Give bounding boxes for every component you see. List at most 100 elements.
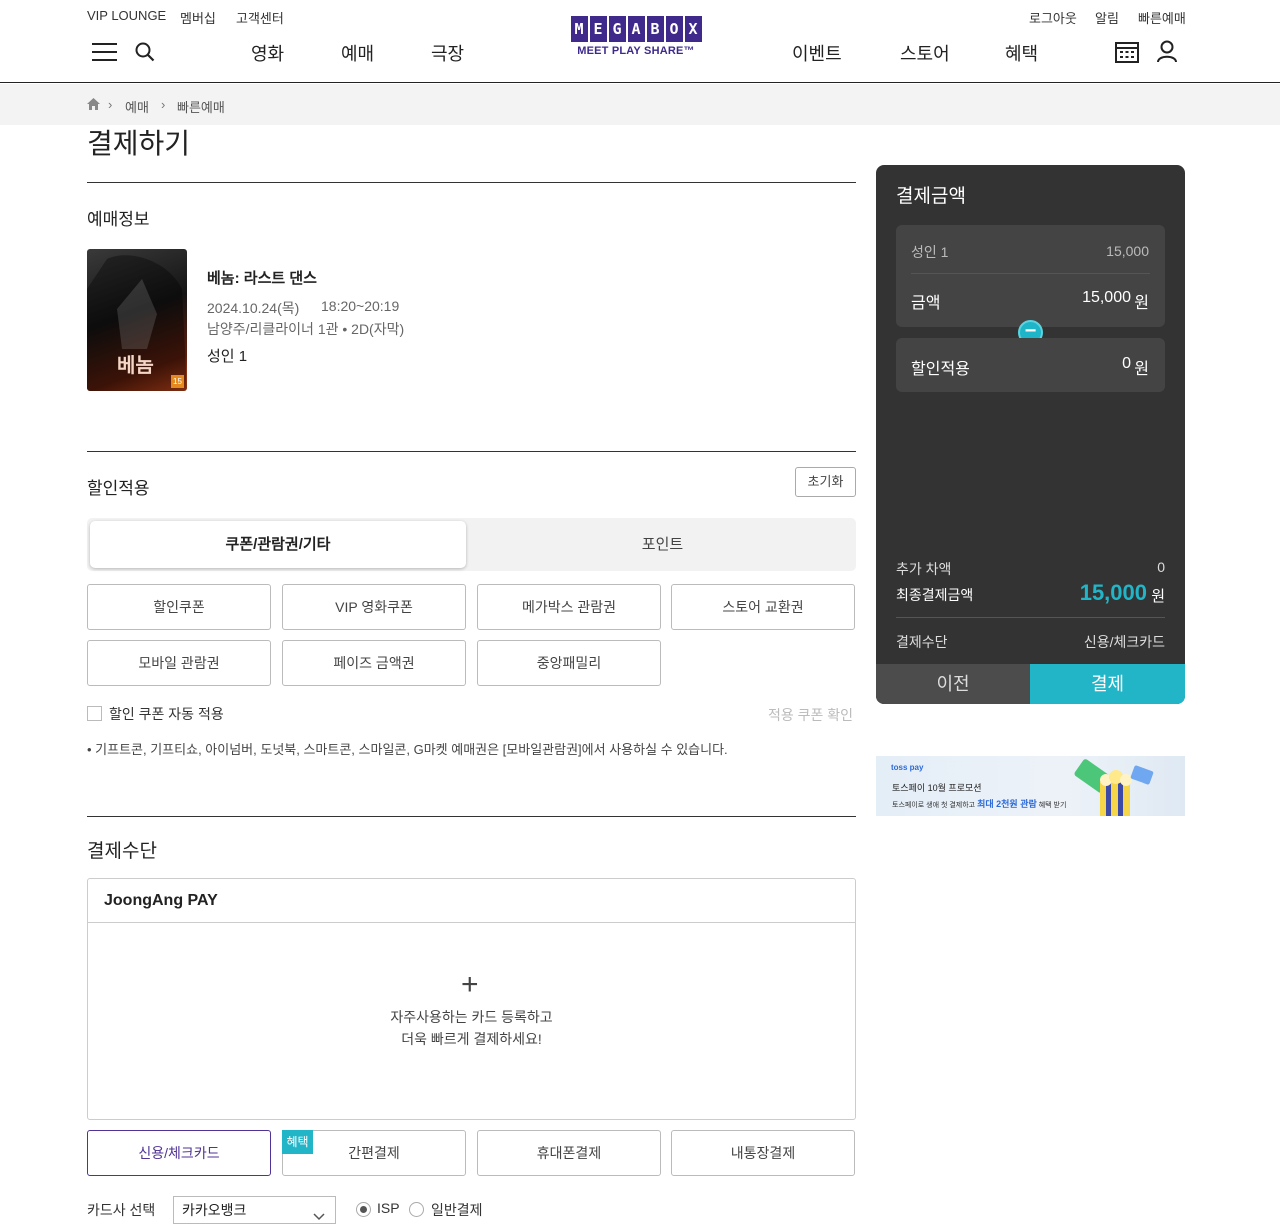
quick-booking-link[interactable]: 빠른예매	[1138, 8, 1186, 27]
people-count: 성인 1	[207, 348, 248, 365]
megabox-logo[interactable]: M E G A B O X MEET PLAY SHARE™	[566, 16, 706, 64]
payment-title: 결제수단	[87, 841, 157, 862]
card-company-value: 카카오뱅크	[182, 1202, 247, 1218]
adult-label: 성인 1	[911, 244, 949, 260]
nav-movie[interactable]: 영화	[251, 40, 284, 66]
discount-box: 할인적용 0 원	[896, 338, 1165, 392]
home-icon[interactable]	[87, 97, 100, 115]
logo-letter: A	[627, 16, 645, 42]
chevron-down-icon	[313, 1203, 325, 1229]
divider	[87, 451, 856, 452]
divider	[87, 182, 856, 183]
nav-benefit[interactable]: 혜택	[1005, 40, 1038, 66]
register-card-line1[interactable]: 자주사용하는 카드 등록하고	[88, 1007, 855, 1027]
normal-pay-radio[interactable]	[409, 1202, 424, 1217]
megabox-ticket-button[interactable]: 메가박스 관람권	[477, 584, 661, 630]
final-label: 최종결제금액	[896, 587, 974, 603]
credit-card-button[interactable]: 신용/체크카드	[87, 1130, 271, 1176]
customer-center-link[interactable]: 고객센터	[236, 8, 284, 27]
phase-voucher-button[interactable]: 페이즈 금액권	[282, 640, 466, 686]
alarm-link[interactable]: 알림	[1095, 8, 1119, 27]
popcorn-illustration	[1074, 759, 1154, 816]
breadcrumb-booking[interactable]: 예매	[125, 97, 149, 116]
nav-booking[interactable]: 예매	[341, 40, 374, 66]
discount-title: 할인적용	[87, 479, 150, 498]
tosspay-banner[interactable]: toss pay 토스페이 10월 프로모션 토스페이로 생애 첫 결제하고 최…	[876, 756, 1185, 816]
amount-label: 금액	[911, 295, 941, 312]
discount-unit: 원	[1134, 361, 1149, 378]
theater-info: 남양주/리클라이너 1관 • 2D(자막)	[207, 321, 405, 337]
auto-coupon-checkbox[interactable]	[87, 706, 102, 721]
logo-letter: X	[684, 16, 702, 42]
reset-button[interactable]: 초기화	[795, 467, 856, 497]
isp-radio[interactable]	[356, 1202, 371, 1217]
banner-line1: 토스페이 10월 프로모션	[892, 783, 982, 793]
auto-coupon-label: 할인 쿠폰 자동 적용	[109, 706, 224, 722]
joongang-pay-title: JoongAng PAY	[88, 879, 855, 923]
method-label: 결제수단	[896, 634, 948, 650]
discount-label: 할인적용	[911, 361, 970, 378]
easy-pay-button[interactable]: 혜택 간편결제	[282, 1130, 466, 1176]
tosspay-logo: toss pay	[891, 763, 924, 772]
amount-unit: 원	[1134, 295, 1149, 312]
breadcrumb: › 예매 › 빠른예매	[0, 84, 1280, 125]
movie-poster: 베놈 15	[87, 249, 187, 391]
payment-summary-panel: 결제금액 성인 1 15,000 금액 15,000 원 − 할인적용 0 원 …	[876, 165, 1185, 704]
extra-label: 추가 차액	[896, 561, 952, 577]
site-header: VIP LOUNGE 멤버십 고객센터 로그아웃 알림 빠른예매 영화 예매 극…	[0, 0, 1280, 83]
logout-link[interactable]: 로그아웃	[1029, 8, 1077, 27]
card-select-label: 카드사 선택	[87, 1202, 156, 1218]
register-card-line2[interactable]: 더욱 빠르게 결제하세요!	[88, 1029, 855, 1049]
chevron-right-icon: ›	[108, 97, 113, 112]
nav-store[interactable]: 스토어	[900, 40, 950, 66]
divider	[911, 273, 1150, 274]
discount-tabs: 쿠폰/관람권/기타 포인트	[87, 518, 856, 571]
logo-letter: E	[589, 16, 607, 42]
page-title: 결제하기	[87, 128, 191, 159]
logo-letter: B	[646, 16, 664, 42]
joongang-pay-box: JoongAng PAY + 자주사용하는 카드 등록하고 더욱 빠르게 결제하…	[87, 878, 856, 1120]
bank-pay-button[interactable]: 내통장결제	[671, 1130, 855, 1176]
logo-letter: G	[608, 16, 626, 42]
vip-coupon-button[interactable]: VIP 영화쿠폰	[282, 584, 466, 630]
nav-theater[interactable]: 극장	[431, 40, 464, 66]
store-voucher-button[interactable]: 스토어 교환권	[671, 584, 855, 630]
membership-link[interactable]: 멤버십	[180, 8, 216, 27]
banner-highlight: 최대 2천원 관람	[977, 799, 1037, 809]
menu-icon[interactable]	[92, 42, 117, 67]
breadcrumb-quick-booking[interactable]: 빠른예매	[177, 97, 225, 116]
summary-title: 결제금액	[896, 186, 966, 207]
tab-coupon[interactable]: 쿠폰/관람권/기타	[90, 521, 466, 568]
final-value: 15,000	[1079, 580, 1147, 605]
discount-coupon-button[interactable]: 할인쿠폰	[87, 584, 271, 630]
plus-icon[interactable]: +	[461, 970, 479, 1000]
easy-pay-label: 간편결제	[348, 1145, 400, 1161]
nav-event[interactable]: 이벤트	[792, 40, 842, 66]
check-coupon-link[interactable]: 적용 쿠폰 확인	[768, 705, 853, 725]
user-icon[interactable]	[1157, 40, 1177, 68]
chevron-right-icon: ›	[161, 97, 166, 112]
final-unit: 원	[1151, 588, 1165, 605]
age-rating-badge: 15	[171, 375, 184, 388]
banner-line2: 토스페이로 생애 첫 결제하고 최대 2천원 관람 혜택 받기	[892, 797, 1066, 810]
movie-title: 베놈: 라스트 댄스	[207, 270, 317, 287]
amount-value: 15,000	[1082, 289, 1131, 306]
card-company-select[interactable]: 카카오뱅크	[173, 1196, 336, 1224]
mobile-ticket-button[interactable]: 모바일 관람권	[87, 640, 271, 686]
method-value: 신용/체크카드	[1083, 634, 1165, 650]
phone-pay-button[interactable]: 휴대폰결제	[477, 1130, 661, 1176]
adult-price: 15,000	[1106, 243, 1149, 259]
tab-point[interactable]: 포인트	[472, 521, 853, 568]
benefit-badge: 혜택	[282, 1130, 313, 1154]
pay-button[interactable]: 결제	[1030, 664, 1185, 704]
joongang-family-button[interactable]: 중앙패밀리	[477, 640, 661, 686]
extra-value: 0	[1157, 559, 1165, 575]
calendar-icon[interactable]	[1115, 41, 1139, 68]
vip-lounge-link[interactable]: VIP LOUNGE	[87, 8, 166, 23]
search-icon[interactable]	[135, 42, 155, 67]
poster-title: 베놈	[117, 355, 154, 377]
prev-button[interactable]: 이전	[876, 664, 1030, 704]
normal-pay-label: 일반결제	[431, 1202, 483, 1218]
divider	[896, 617, 1165, 618]
banner-line2-prefix: 토스페이로 생애 첫 결제하고	[892, 802, 976, 809]
